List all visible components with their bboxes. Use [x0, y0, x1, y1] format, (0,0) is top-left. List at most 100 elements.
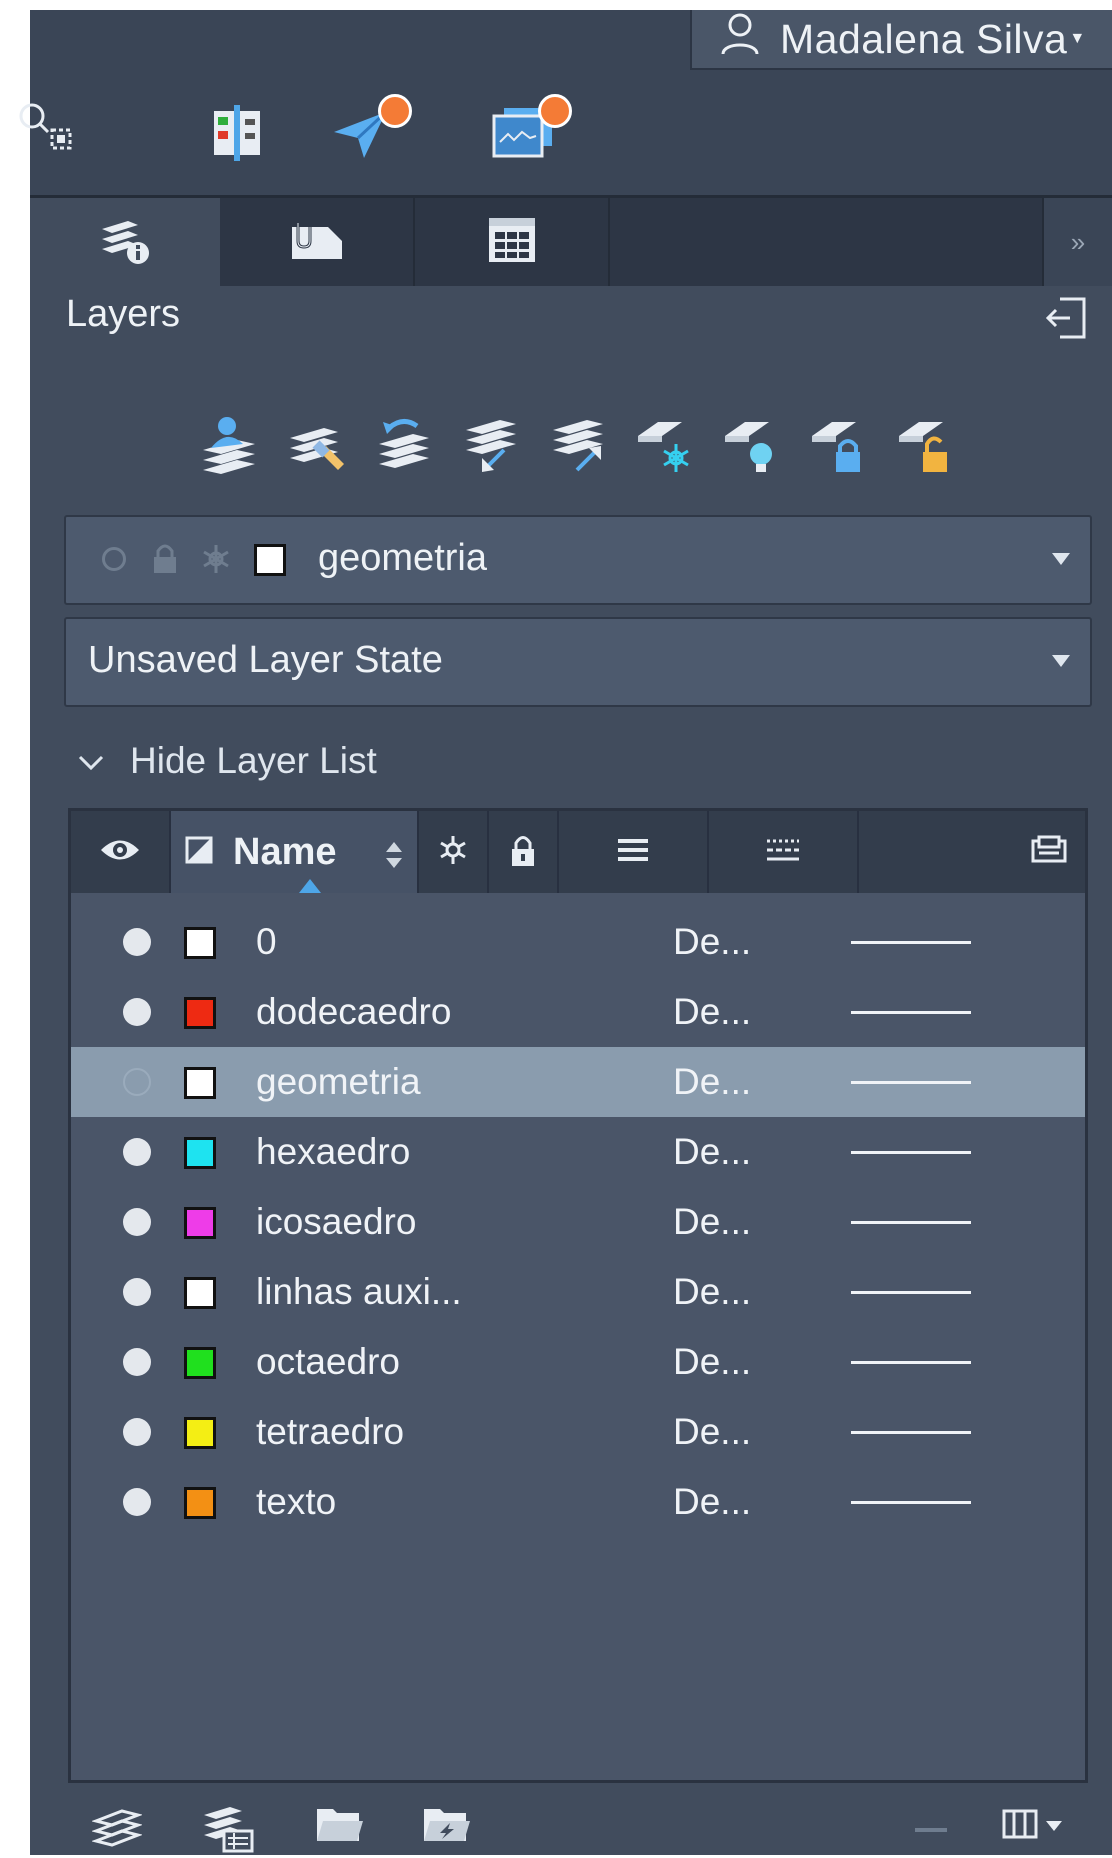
freeze-icon [437, 834, 469, 871]
freeze-icon [200, 543, 232, 580]
delete-layer-icon[interactable] [282, 410, 351, 479]
layer-on-icon[interactable] [123, 1278, 151, 1306]
layer-row-dodecaedro[interactable]: dodecaedro De... [71, 977, 1085, 1047]
hide-layer-list-toggle[interactable]: Hide Layer List [76, 740, 377, 782]
isolate-layer-icon[interactable] [543, 410, 612, 479]
folder-quick-icon[interactable] [422, 1803, 472, 1850]
attach-icon [288, 219, 346, 266]
sort-indicator [299, 879, 321, 893]
lineweight-icon [616, 837, 650, 868]
layer-color-swatch[interactable] [184, 1277, 216, 1309]
layer-row-octaedro[interactable]: octaedro De... [71, 1327, 1085, 1397]
layer-color-swatch[interactable] [184, 1417, 216, 1449]
layer-color-swatch[interactable] [184, 997, 216, 1029]
notification-badge [538, 94, 572, 128]
tab-table[interactable] [415, 198, 610, 286]
layer-name: octaedro [256, 1341, 400, 1382]
layer-color-swatch[interactable] [184, 927, 216, 959]
layer-linetype-preview [851, 1501, 971, 1504]
column-plot[interactable] [859, 811, 1085, 893]
column-freeze[interactable] [419, 811, 489, 893]
layer-linetype-preview [851, 1291, 971, 1294]
top-toolbar: Madalena Silva ▼ [19, 10, 1112, 195]
column-lock[interactable] [489, 811, 559, 893]
lock-icon [152, 541, 178, 580]
layer-linetype-preview [851, 1361, 971, 1364]
current-layer-dropdown[interactable]: geometria [64, 515, 1092, 605]
layer-color-swatch[interactable] [184, 1487, 216, 1519]
layer-off-icon[interactable] [123, 1068, 151, 1096]
zoom-selection-icon[interactable] [18, 102, 76, 159]
layer-lineweight: De... [673, 921, 752, 962]
layers-info-icon [98, 213, 152, 272]
freeze-layer-icon[interactable] [630, 410, 699, 479]
layer-linetype-preview [851, 1431, 971, 1434]
layer-row-linhas-auxiliares[interactable]: linhas auxi... De... [71, 1257, 1085, 1327]
merge-layers-icon[interactable] [456, 410, 525, 479]
column-lineweight[interactable] [559, 811, 709, 893]
turn-off-layer-icon[interactable] [717, 410, 786, 479]
layer-color-swatch[interactable] [184, 1137, 216, 1169]
chevron-down-icon [76, 740, 106, 782]
compare-icon[interactable] [212, 105, 262, 166]
plot-icon [1031, 835, 1067, 870]
bottom-toolbar [30, 1795, 1112, 1855]
layer-on-icon[interactable] [123, 998, 151, 1026]
layer-name: geometria [256, 1061, 421, 1102]
layer-lineweight: De... [673, 1131, 752, 1172]
share-icon[interactable] [330, 94, 412, 167]
tabs-overflow-button[interactable]: » [1042, 198, 1112, 286]
layer-color-swatch[interactable] [184, 1207, 216, 1239]
layer-state-label: Unsaved Layer State [88, 639, 443, 681]
layer-color-swatch[interactable] [184, 1067, 216, 1099]
table-icon [487, 216, 537, 269]
column-visibility[interactable] [71, 811, 171, 893]
layer-name: dodecaedro [256, 991, 452, 1032]
set-current-layer-icon[interactable] [369, 410, 438, 479]
layer-on-icon[interactable] [123, 1348, 151, 1376]
unlock-layer-icon[interactable] [891, 410, 960, 479]
tab-attach[interactable] [220, 198, 415, 286]
folder-open-icon[interactable] [315, 1803, 365, 1850]
layer-color-swatch [254, 544, 286, 576]
current-layer-name: geometria [318, 537, 487, 579]
eye-icon [99, 837, 141, 868]
dock-panel-icon[interactable] [1045, 293, 1088, 348]
user-menu-button[interactable]: Madalena Silva ▼ [690, 10, 1112, 70]
layer-on-icon[interactable] [123, 1488, 151, 1516]
layer-states-manager-icon[interactable] [200, 1803, 254, 1858]
layer-linetype-preview [851, 941, 971, 944]
layer-lineweight: De... [673, 1481, 752, 1522]
monitor-icon[interactable] [490, 94, 572, 167]
lock-layer-icon[interactable] [804, 410, 873, 479]
layer-state-dropdown[interactable]: Unsaved Layer State [64, 617, 1092, 707]
layer-on-icon[interactable] [123, 1208, 151, 1236]
columns-menu-icon[interactable] [1002, 1805, 1068, 1850]
layer-on-icon[interactable] [123, 1418, 151, 1446]
layer-on-icon[interactable] [123, 1138, 151, 1166]
column-name-label: Name [233, 830, 337, 873]
layer-on-icon[interactable] [123, 928, 151, 956]
layer-name: texto [256, 1481, 337, 1522]
tab-layers[interactable] [30, 198, 220, 286]
layer-row-0[interactable]: 0 De... [71, 907, 1085, 977]
layer-linetype-preview [851, 1221, 971, 1224]
column-name[interactable]: Name [171, 811, 419, 893]
layer-color-swatch[interactable] [184, 1347, 216, 1379]
layer-name: icosaedro [256, 1201, 417, 1242]
layer-row-geometria[interactable]: geometria De... [71, 1047, 1085, 1117]
layer-lineweight: De... [673, 1271, 752, 1312]
layer-row-tetraedro[interactable]: tetraedro De... [71, 1397, 1085, 1467]
column-linetype[interactable] [709, 811, 859, 893]
layer-name: tetraedro [256, 1411, 405, 1452]
lock-icon [510, 832, 536, 873]
layer-row-hexaedro[interactable]: hexaedro De... [71, 1117, 1085, 1187]
layers-palette: Madalena Silva ▼ » Layers geometria Unsa… [19, 10, 1112, 1855]
layer-properties-icon[interactable] [91, 1803, 143, 1854]
panel-title: Layers [66, 293, 181, 335]
minus-icon[interactable] [915, 1821, 951, 1839]
new-layer-icon[interactable] [195, 410, 264, 479]
layer-row-texto[interactable]: texto De... [71, 1467, 1085, 1537]
layer-row-icosaedro[interactable]: icosaedro De... [71, 1187, 1085, 1257]
layer-list: Name 0 De... dodecaedro De... geometria … [68, 808, 1088, 1783]
